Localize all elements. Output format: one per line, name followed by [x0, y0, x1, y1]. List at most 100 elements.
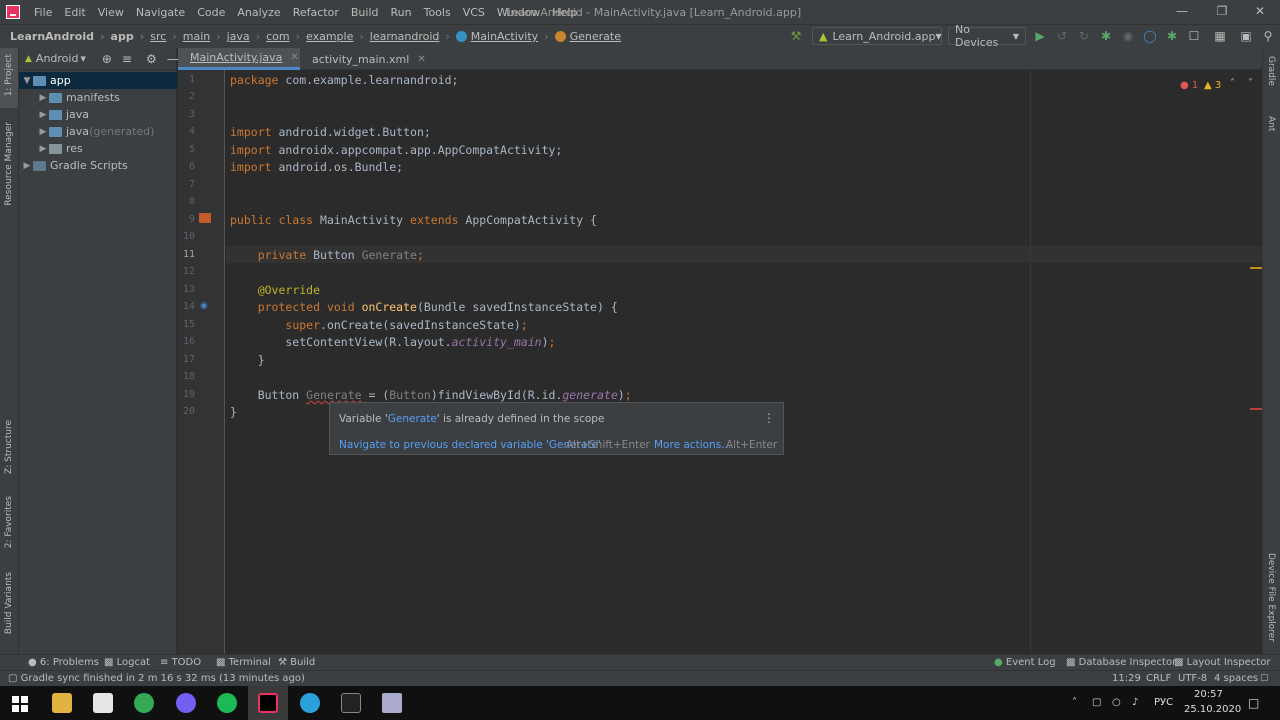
locate-icon[interactable]: ⊕ [102, 52, 112, 66]
menu-vcs[interactable]: VCS [457, 6, 491, 19]
breadcrumb-package[interactable]: learnandroid › [370, 30, 456, 43]
tool-gradle[interactable]: Gradle [1266, 56, 1276, 86]
navigate-declaration-link[interactable]: Navigate to previous declared variable '… [339, 439, 601, 451]
debug-icon[interactable]: ✱ [1098, 28, 1114, 44]
lock-icon[interactable]: ▢ [1260, 673, 1269, 683]
tool-logcat[interactable]: ▩ Logcat [104, 657, 150, 668]
remote-desktop-icon[interactable] [382, 693, 402, 713]
file-encoding[interactable]: UTF-8 [1178, 673, 1207, 684]
profiler-icon[interactable]: ◯ [1142, 28, 1158, 44]
breadcrumb-com[interactable]: com › [266, 30, 306, 43]
file-explorer-icon[interactable] [52, 693, 72, 713]
collapse-all-icon[interactable]: ≡ [122, 52, 132, 66]
tree-item-manifests[interactable]: ▶ manifests [19, 89, 177, 106]
menu-refactor[interactable]: Refactor [287, 6, 345, 19]
override-marker-icon[interactable]: ◉ [200, 301, 208, 311]
device-dropdown[interactable]: No Devices ▼ [948, 23, 1026, 49]
apply-changes-icon[interactable]: ↻ [1076, 28, 1092, 44]
tab-main-activity[interactable]: MainActivity.java ✕ [178, 48, 300, 70]
menu-file[interactable]: File [28, 6, 58, 19]
error-count[interactable]: ● 1 [1180, 80, 1198, 91]
hide-icon[interactable]: — [167, 52, 179, 66]
clock-time[interactable]: 20:57 [1194, 689, 1223, 700]
close-icon[interactable]: ✕ [1252, 4, 1268, 20]
tree-item-app[interactable]: ▼ app [19, 72, 177, 89]
profile-icon[interactable]: ◉ [1120, 28, 1136, 44]
notifications-icon[interactable]: □ [1248, 696, 1259, 710]
battery-icon[interactable]: ▢ [1092, 697, 1101, 708]
line-separator[interactable]: CRLF [1146, 673, 1171, 684]
tree-item-java-generated[interactable]: ▶ java (generated) [19, 123, 177, 140]
volume-icon[interactable]: ♪ [1132, 697, 1138, 708]
breadcrumb-example[interactable]: example › [306, 30, 370, 43]
intellij-icon[interactable] [258, 693, 278, 713]
code-editor[interactable]: package com.example.learnandroid; import… [226, 70, 1262, 654]
breadcrumb-main[interactable]: main › [183, 30, 227, 43]
minimize-icon[interactable]: — [1174, 4, 1190, 20]
rerun-icon[interactable]: ↺ [1054, 28, 1070, 44]
windows-start-icon[interactable] [12, 696, 28, 712]
input-language[interactable]: РУС [1154, 697, 1173, 708]
tool-project[interactable]: 1: Project [4, 54, 14, 96]
menu-run[interactable]: Run [385, 6, 418, 19]
tree-item-java[interactable]: ▶ java [19, 106, 177, 123]
chevron-down-icon[interactable]: ˅ [1248, 78, 1253, 89]
avd-manager-icon[interactable]: ☐ [1186, 28, 1202, 44]
menu-analyze[interactable]: Analyze [231, 6, 286, 19]
tool-event-log[interactable]: ● Event Log [994, 657, 1056, 668]
status-message[interactable]: ▢ Gradle sync finished in 2 m 16 s 32 ms… [8, 673, 305, 684]
chrome-icon[interactable] [134, 693, 154, 713]
epic-games-icon[interactable] [341, 693, 361, 713]
breadcrumb-src[interactable]: src › [150, 30, 182, 43]
maximize-icon[interactable]: ❐ [1214, 4, 1230, 20]
tool-build-variants[interactable]: Build Variants [4, 572, 14, 634]
breadcrumb-module[interactable]: app › [111, 30, 151, 43]
tool-todo[interactable]: ≡ TODO [160, 657, 201, 668]
hammer-icon[interactable]: ⚒ [788, 28, 804, 44]
telegram-icon[interactable] [300, 693, 320, 713]
tool-device-file-explorer[interactable]: Device File Explorer [1266, 553, 1276, 642]
viber-icon[interactable] [176, 693, 196, 713]
menu-code[interactable]: Code [191, 6, 231, 19]
run-icon[interactable]: ▶ [1032, 28, 1048, 44]
error-stripe-marker[interactable] [1250, 408, 1262, 410]
close-tab-icon[interactable]: ✕ [417, 54, 425, 65]
menu-build[interactable]: Build [345, 6, 385, 19]
tool-ant[interactable]: Ant [1266, 116, 1276, 131]
menu-view[interactable]: View [92, 6, 130, 19]
search-icon[interactable]: ⚲ [1260, 28, 1276, 44]
clock-date[interactable]: 25.10.2020 [1184, 704, 1241, 715]
tool-database-inspector[interactable]: ▩ Database Inspector [1066, 657, 1176, 668]
breadcrumb-project[interactable]: LearnAndroid › [10, 30, 111, 43]
caret-position[interactable]: 11:29 [1112, 673, 1141, 684]
warning-stripe-marker[interactable] [1250, 267, 1262, 269]
run-config-dropdown[interactable]: ▲ Learn_Android.app ▼ [812, 27, 942, 45]
chevron-down-icon[interactable]: ▼ [80, 55, 85, 63]
tool-terminal[interactable]: ▩ Terminal [216, 657, 271, 668]
indent-setting[interactable]: 4 spaces [1214, 673, 1258, 684]
spotify-icon[interactable] [217, 693, 237, 713]
tree-item-res[interactable]: ▶ res [19, 140, 177, 157]
menu-navigate[interactable]: Navigate [130, 6, 191, 19]
breadcrumb-class[interactable]: MainActivity › [455, 30, 555, 43]
project-structure-icon[interactable]: ▦ [1212, 28, 1228, 44]
store-icon[interactable] [93, 693, 113, 713]
tab-activity-main-xml[interactable]: activity_main.xml ✕ [300, 48, 426, 70]
tray-chevron-up-icon[interactable]: ˄ [1072, 697, 1077, 708]
menu-edit[interactable]: Edit [58, 6, 91, 19]
more-actions-link[interactable]: More actions... [654, 439, 731, 451]
gear-icon[interactable]: ⚙ [146, 52, 157, 66]
menu-tools[interactable]: Tools [418, 6, 457, 19]
tree-item-gradle-scripts[interactable]: ▶ Gradle Scripts [19, 157, 177, 174]
chevron-up-icon[interactable]: ˄ [1230, 78, 1235, 89]
view-mode-select[interactable]: Android [36, 52, 79, 65]
wifi-icon[interactable]: ○ [1112, 697, 1121, 708]
more-options-icon[interactable]: ⋮ [763, 411, 775, 425]
close-tab-icon[interactable]: ✕ [290, 52, 298, 63]
tool-layout-inspector[interactable]: ▩ Layout Inspector [1174, 657, 1270, 668]
tool-structure[interactable]: Z: Structure [4, 420, 14, 474]
tool-problems[interactable]: ● 6: Problems [28, 657, 99, 668]
breadcrumb-field[interactable]: Generate [554, 30, 621, 43]
tool-favorites[interactable]: 2: Favorites [4, 496, 14, 548]
tool-resource-manager[interactable]: Resource Manager [4, 122, 14, 206]
